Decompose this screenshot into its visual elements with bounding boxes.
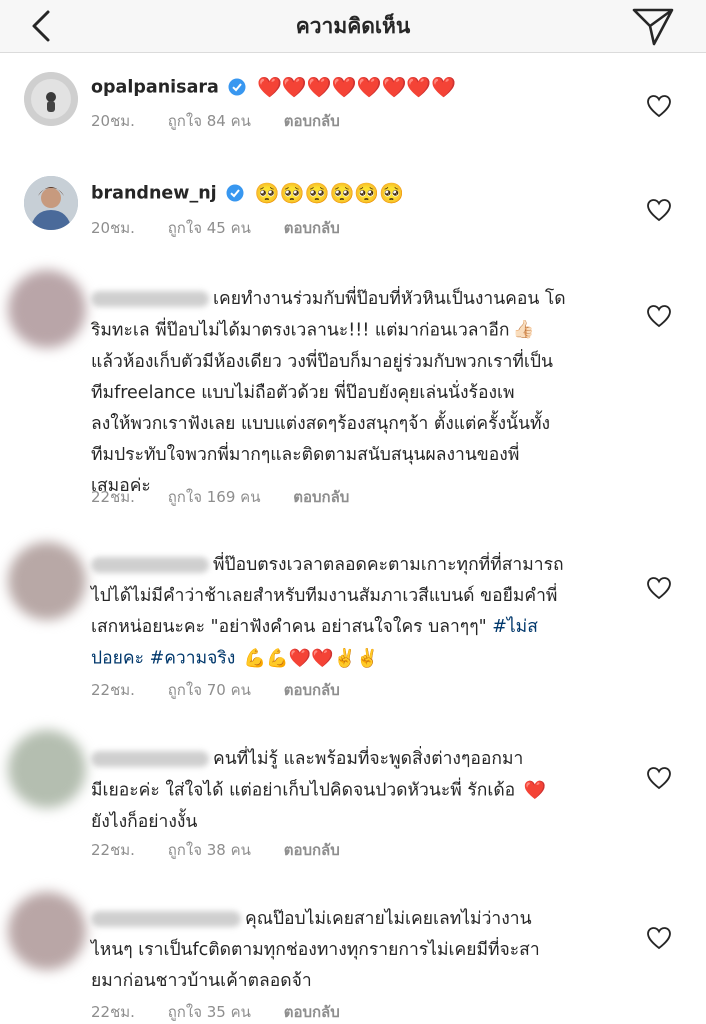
hashtag-link[interactable]: #ไม่ส (492, 617, 538, 637)
like-count[interactable]: ถูกใจ 45 คน (168, 219, 251, 237)
reply-button[interactable]: ตอบกลับ (284, 841, 340, 859)
heart-outline-icon[interactable] (646, 926, 672, 950)
hashtag-link[interactable]: #ความจริง (150, 649, 236, 669)
heart-emoji: ❤️ (523, 780, 547, 801)
emoji-pleading-faces: 🥺🥺🥺🥺🥺🥺 (254, 181, 405, 205)
comment-line: ลงให้พวกเราฟังเลย แบบแต่งสดๆร้องสนุกๆจ้า… (91, 413, 551, 434)
comment-line: ยังไงก็อย่างงั้น (91, 811, 198, 832)
comment-text: พี่ป๊อบตรงเวลาตลอดคะตามเกาะทุกที่ที่สามา… (91, 550, 631, 675)
comment-meta: 22ชม. ถูกใจ 38 คน ตอบกลับ (91, 838, 368, 862)
comment-item: คุณป๊อบไม่เคยสายไม่เคยเลทไม่ว่างาน ไหนๆ … (0, 884, 706, 1024)
comment-time: 22ชม. (91, 488, 135, 506)
comment-meta: 22ชม. ถูกใจ 35 คน ตอบกลับ (91, 1000, 368, 1024)
avatar[interactable] (8, 270, 86, 348)
heart-outline-icon[interactable] (646, 94, 672, 118)
comment-item: พี่ป๊อบตรงเวลาตลอดคะตามเกาะทุกที่ที่สามา… (0, 528, 706, 708)
comment-time: 22ชม. (91, 841, 135, 859)
reply-button[interactable]: ตอบกลับ (293, 488, 349, 506)
comment-line: พี่ป๊อบตรงเวลาตลอดคะตามเกาะทุกที่ที่สามา… (91, 550, 631, 581)
comments-header: ความคิดเห็น (0, 0, 706, 53)
avatar[interactable] (24, 72, 78, 126)
heart-outline-icon[interactable] (646, 576, 672, 600)
comment-line: ทีมfreelance แบบไม่ถือตัวด้วย พี่ป๊อบยัง… (91, 382, 515, 403)
comment-item: brandnew_nj 🥺🥺🥺🥺🥺🥺 20ชม. ถูกใจ 45 คน ตอบ… (0, 160, 706, 260)
avatar[interactable] (8, 892, 86, 970)
comment-line: ไปได้ไม่มีคำว่าช้าเลยสำหรับทีมงานสัมภาเว… (91, 586, 558, 606)
emoji-hearts: ❤️❤️❤️❤️❤️❤️❤️❤️ (256, 75, 457, 99)
heart-outline-icon[interactable] (646, 766, 672, 790)
comment-line: เคยทำงานร่วมกับพี่ป๊อบที่หัวหินเป็นงานคอ… (91, 284, 631, 315)
reply-button[interactable]: ตอบกลับ (284, 1003, 340, 1021)
reply-button[interactable]: ตอบกลับ (284, 219, 340, 237)
comment-line: ปอยคะ #ความจริง 💪💪❤️❤️✌️✌️ (91, 643, 631, 675)
paper-plane-icon[interactable] (630, 4, 676, 48)
comment-text: opalpanisara ❤️❤️❤️❤️❤️❤️❤️❤️ (91, 72, 631, 104)
comment-meta: 22ชม. ถูกใจ 169 คน ตอบกลับ (91, 485, 377, 509)
reply-button[interactable]: ตอบกลับ (284, 681, 340, 699)
verified-badge-icon (226, 184, 244, 201)
heart-outline-icon[interactable] (646, 198, 672, 222)
comment-item: คนที่ไม่รู้ และพร้อมที่จะพูดสิ่งต่างๆออก… (0, 722, 706, 872)
reply-button[interactable]: ตอบกลับ (284, 112, 340, 130)
comment-item: เคยทำงานร่วมกับพี่ป๊อบที่หัวหินเป็นงานคอ… (0, 262, 706, 522)
comment-time: 22ชม. (91, 1003, 135, 1021)
like-count[interactable]: ถูกใจ 169 คน (168, 488, 261, 506)
comment-line: คนที่ไม่รู้ และพร้อมที่จะพูดสิ่งต่างๆออก… (91, 744, 631, 775)
avatar[interactable] (8, 542, 86, 620)
comment-meta: 22ชม. ถูกใจ 70 คน ตอบกลับ (91, 678, 368, 702)
emoji-row: 💪💪❤️❤️✌️✌️ (243, 648, 379, 669)
comment-line: ไหนๆ เราเป็นfcติดตามทุกช่องทางทุกรายการไ… (91, 940, 540, 960)
blurred-username[interactable] (91, 911, 241, 927)
comment-line: ยมาก่อนชาวบ้านเค้าตลอดจ้า (91, 971, 312, 991)
thumbs-up-emoji: 👍🏻 (512, 320, 535, 340)
comment-text: คนที่ไม่รู้ และพร้อมที่จะพูดสิ่งต่างๆออก… (91, 744, 631, 838)
heart-outline-icon[interactable] (646, 304, 672, 328)
comment-time: 22ชม. (91, 681, 135, 699)
like-count[interactable]: ถูกใจ 38 คน (168, 841, 251, 859)
comment-meta: 20ชม. ถูกใจ 84 คน ตอบกลับ (91, 109, 368, 133)
comment-text: คุณป๊อบไม่เคยสายไม่เคยเลทไม่ว่างาน ไหนๆ … (91, 904, 631, 997)
avatar[interactable] (24, 176, 78, 230)
blurred-username[interactable] (91, 751, 209, 767)
comment-time: 20ชม. (91, 112, 135, 130)
page-title: ความคิดเห็น (295, 14, 411, 38)
like-count[interactable]: ถูกใจ 35 คน (168, 1003, 251, 1021)
comment-item: opalpanisara ❤️❤️❤️❤️❤️❤️❤️❤️ 20ชม. ถูกใ… (0, 52, 706, 152)
comment-line: แล้วห้องเก็บตัวมีห้องเดียว วงพี่ป๊อบก็มา… (91, 351, 553, 372)
username[interactable]: opalpanisara (91, 78, 219, 98)
comment-line: ริมทะเล พี่ป๊อบไม่ได้มาตรงเวลานะ!!! แต่ม… (91, 315, 631, 347)
avatar[interactable] (8, 730, 86, 808)
blurred-username[interactable] (91, 557, 209, 573)
comment-line: คุณป๊อบไม่เคยสายไม่เคยเลทไม่ว่างาน (91, 904, 631, 935)
comment-line: เสกหน่อยนะคะ "อย่าฟังคำคน อย่าสนใจใคร บล… (91, 617, 538, 637)
like-count[interactable]: ถูกใจ 70 คน (168, 681, 251, 699)
comment-line: ทีมประทับใจพวกพี่มากๆและติดตามสนับสนุนผล… (91, 444, 520, 465)
blurred-username[interactable] (91, 291, 209, 307)
username[interactable]: brandnew_nj (91, 184, 217, 204)
verified-badge-icon (228, 78, 246, 95)
like-count[interactable]: ถูกใจ 84 คน (168, 112, 251, 130)
comment-line: มีเยอะค่ะ ใส่ใจได้ แต่อย่าเก็บไปคิดจนปวด… (91, 775, 631, 807)
comment-meta: 20ชม. ถูกใจ 45 คน ตอบกลับ (91, 216, 368, 240)
hashtag-link[interactable]: ปอยคะ (91, 649, 144, 669)
comment-time: 20ชม. (91, 219, 135, 237)
comment-text: เคยทำงานร่วมกับพี่ป๊อบที่หัวหินเป็นงานคอ… (91, 284, 631, 502)
comment-text: brandnew_nj 🥺🥺🥺🥺🥺🥺 (91, 178, 631, 210)
